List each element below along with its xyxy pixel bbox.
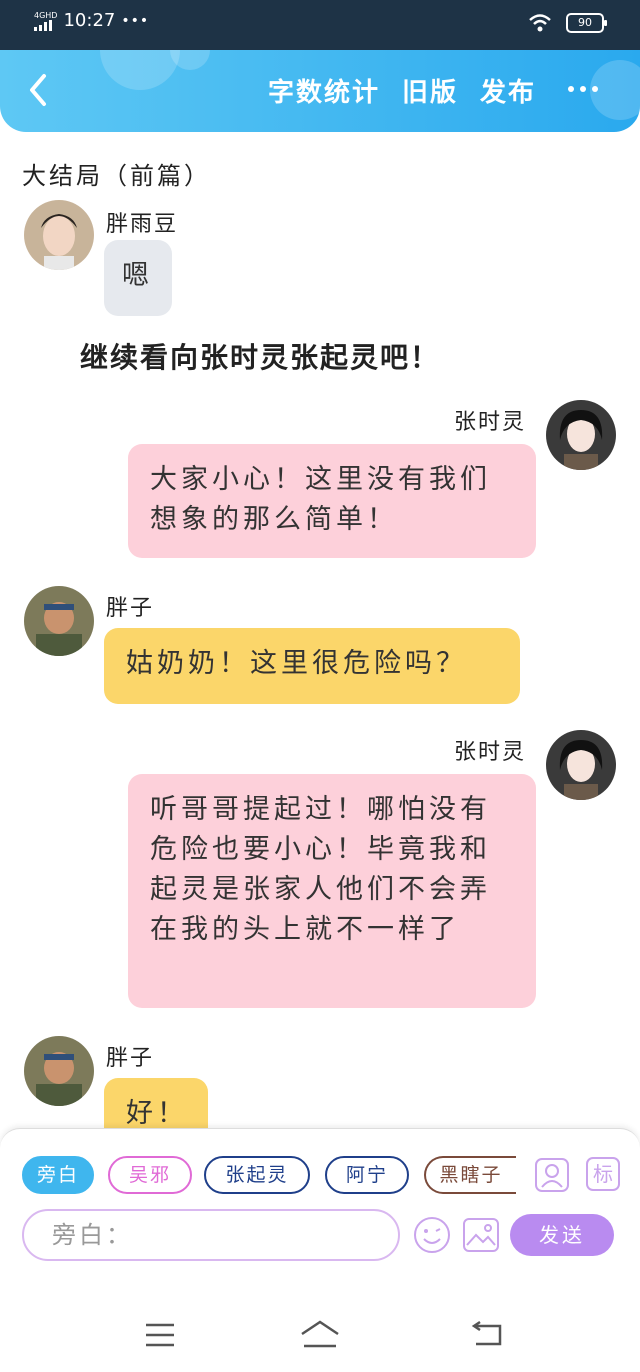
image-icon[interactable] — [462, 1217, 500, 1253]
status-bar: 4GHD 10:27 ••• 90 — [0, 0, 640, 50]
chapter-title: 大结局（前篇） — [22, 162, 211, 190]
message-bubble: 嗯 — [104, 240, 172, 316]
emoji-icon[interactable] — [412, 1215, 452, 1255]
speaker-name: 胖雨豆 — [106, 212, 179, 237]
narration-text: 继续看向张时灵张起灵吧！ — [80, 341, 441, 374]
top-header: 字数统计 旧版 发布 — [0, 50, 640, 132]
wifi-icon — [529, 14, 551, 32]
publish-button[interactable]: 发布 — [480, 72, 536, 109]
menu-icon[interactable] — [144, 1322, 176, 1348]
chevron-left-icon[interactable] — [20, 70, 60, 110]
avatar[interactable] — [24, 1036, 94, 1106]
role-chip-heixiazi[interactable]: 黑瞎子 — [424, 1156, 516, 1194]
word-count-button[interactable]: 字数统计 — [268, 72, 380, 109]
avatar[interactable] — [546, 730, 616, 800]
speaker-name: 胖子 — [106, 1046, 155, 1071]
old-version-button[interactable]: 旧版 — [402, 72, 458, 109]
avatar[interactable] — [546, 400, 616, 470]
status-dots: ••• — [121, 12, 150, 29]
speaker-name: 张时灵 — [454, 740, 527, 765]
message-bubble: 大家小心！这里没有我们想象的那么简单！ — [128, 444, 536, 558]
message-bubble: 姑奶奶！这里很危险吗？ — [104, 628, 520, 704]
battery-icon: 90 — [566, 13, 607, 33]
speaker-name: 张时灵 — [454, 410, 527, 435]
network-type: 4GHD — [34, 10, 58, 20]
role-chip-wuxie[interactable]: 吴邪 — [108, 1156, 192, 1194]
battery-level: 90 — [578, 16, 592, 29]
avatar[interactable] — [24, 586, 94, 656]
role-chip-zhangqiling[interactable]: 张起灵 — [204, 1156, 310, 1194]
system-navbar — [0, 1298, 640, 1372]
home-icon[interactable] — [298, 1318, 342, 1350]
role-chip-aning[interactable]: 阿宁 — [325, 1156, 409, 1194]
send-button[interactable]: 发送 — [510, 1214, 614, 1256]
signal-icon: 4GHD — [34, 11, 57, 31]
person-icon[interactable] — [534, 1157, 570, 1193]
avatar[interactable] — [24, 200, 94, 270]
status-time: 10:27 — [63, 10, 116, 31]
message-bubble: 听哥哥提起过！哪怕没有危险也要小心！毕竟我和起灵是张家人他们不会弄在我的头上就不… — [128, 774, 536, 1008]
back-icon[interactable] — [470, 1320, 506, 1350]
tag-label: 标 — [593, 1162, 613, 1186]
speaker-name: 胖子 — [106, 596, 155, 621]
more-icon[interactable] — [568, 86, 598, 92]
role-chip-narrator[interactable]: 旁白 — [22, 1156, 94, 1194]
message-input[interactable] — [22, 1209, 400, 1261]
tag-button[interactable]: 标 — [586, 1157, 620, 1191]
